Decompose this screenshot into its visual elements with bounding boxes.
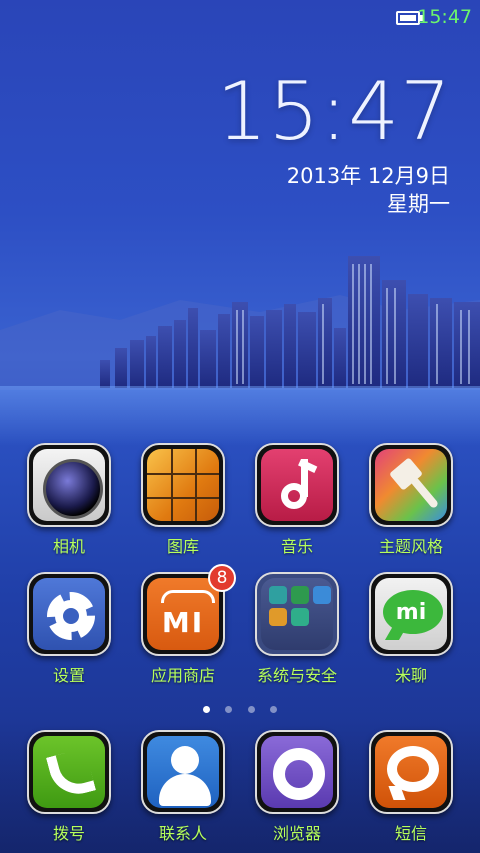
folder-icon [255,572,339,656]
music-icon [255,443,339,527]
page-dot[interactable] [225,706,233,713]
app-label: 图库 [166,537,199,556]
app-label: 相机 [52,537,85,556]
water-reflection [0,386,480,446]
clock-date: 2013年 12月9日 [286,164,450,188]
sms-icon [369,730,453,814]
app-label: 应用商店 [150,666,215,685]
app-label: 音乐 [280,537,313,556]
app-label: 米聊 [394,666,427,685]
status-bar: 15:47 [0,0,480,34]
clock-time[interactable]: 15:47 [216,72,452,152]
app-label: 浏览器 [272,824,321,843]
app-label: 拨号 [52,824,85,843]
app-label: 设置 [52,666,85,685]
theme-brush-icon [369,443,453,527]
page-dot[interactable] [269,706,277,713]
app-label: 主题风格 [378,537,443,556]
browser-icon [255,730,339,814]
app-label: 联系人 [158,824,207,843]
gallery-icon [141,443,225,527]
gear-icon [27,572,111,656]
page-dot[interactable] [203,706,211,713]
contacts-icon [141,730,225,814]
page-dot[interactable] [247,706,255,713]
phone-icon [27,730,111,814]
camera-icon [27,443,111,527]
notification-badge: 8 [208,564,236,592]
mi-chat-icon: mi [369,572,453,656]
page-indicator [0,698,480,717]
status-time: 15:47 [417,6,472,28]
app-label: 系统与安全 [256,666,337,685]
clock-weekday: 星期一 [387,192,450,216]
app-label: 短信 [394,824,427,843]
